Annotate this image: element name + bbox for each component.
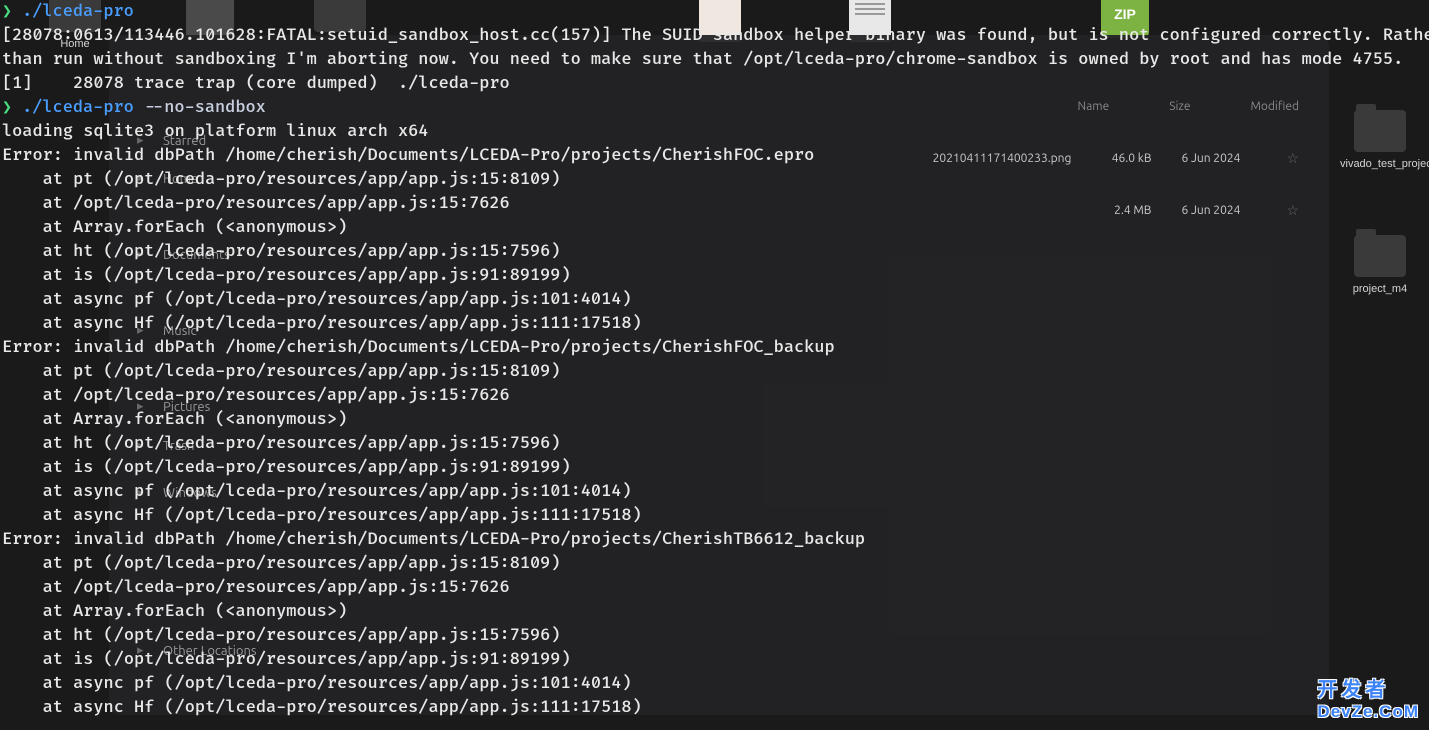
terminal-line: at /opt/lceda-pro/resources/app/app.js:1… bbox=[2, 192, 1427, 216]
terminal-line: at /opt/lceda-pro/resources/app/app.js:1… bbox=[2, 384, 1427, 408]
terminal-line: [1] 28078 trace trap (core dumped) ./lce… bbox=[2, 72, 1427, 96]
watermark: 开发者 DevZe.CoM bbox=[1317, 673, 1419, 722]
terminal-line: at async pf (/opt/lceda-pro/resources/ap… bbox=[2, 672, 1427, 696]
terminal-line: at async Hf (/opt/lceda-pro/resources/ap… bbox=[2, 696, 1427, 720]
terminal-line: at is (/opt/lceda-pro/resources/app/app.… bbox=[2, 264, 1427, 288]
terminal-line: loading sqlite3 on platform linux arch x… bbox=[2, 120, 1427, 144]
terminal-line: at async Hf (/opt/lceda-pro/resources/ap… bbox=[2, 312, 1427, 336]
terminal-line: at async pf (/opt/lceda-pro/resources/ap… bbox=[2, 480, 1427, 504]
terminal-line: at pt (/opt/lceda-pro/resources/app/app.… bbox=[2, 168, 1427, 192]
terminal-line: at pt (/opt/lceda-pro/resources/app/app.… bbox=[2, 360, 1427, 384]
terminal-line: Error: invalid dbPath /home/cherish/Docu… bbox=[2, 336, 1427, 360]
terminal-line: at ht (/opt/lceda-pro/resources/app/app.… bbox=[2, 240, 1427, 264]
prompt-marker: ❯ bbox=[2, 98, 12, 118]
prompt-marker: ❯ bbox=[2, 2, 12, 22]
terminal-line: [28078:0613/113446.101628:FATAL:setuid_s… bbox=[2, 24, 1427, 48]
terminal-line: at Array.forEach (<anonymous>) bbox=[2, 408, 1427, 432]
terminal-line: ❯ ./lceda-pro bbox=[2, 0, 1427, 24]
terminal-line: at async Hf (/opt/lceda-pro/resources/ap… bbox=[2, 504, 1427, 528]
terminal-line: at ht (/opt/lceda-pro/resources/app/app.… bbox=[2, 624, 1427, 648]
terminal-line: at is (/opt/lceda-pro/resources/app/app.… bbox=[2, 648, 1427, 672]
terminal-line: ❯ ./lceda-pro --no-sandbox bbox=[2, 96, 1427, 120]
terminal-window[interactable]: ❯ ./lceda-pro[28078:0613/113446.101628:F… bbox=[0, 0, 1429, 730]
terminal-line: at is (/opt/lceda-pro/resources/app/app.… bbox=[2, 456, 1427, 480]
terminal-line: at Array.forEach (<anonymous>) bbox=[2, 216, 1427, 240]
terminal-line: at async pf (/opt/lceda-pro/resources/ap… bbox=[2, 288, 1427, 312]
watermark-chinese: 开发者 bbox=[1317, 673, 1419, 702]
terminal-line: at ht (/opt/lceda-pro/resources/app/app.… bbox=[2, 432, 1427, 456]
terminal-line: at /opt/lceda-pro/resources/app/app.js:1… bbox=[2, 576, 1427, 600]
terminal-line: Error: invalid dbPath /home/cherish/Docu… bbox=[2, 144, 1427, 168]
command: ./lceda-pro bbox=[22, 98, 134, 118]
terminal-line: at Array.forEach (<anonymous>) bbox=[2, 600, 1427, 624]
terminal-line: at pt (/opt/lceda-pro/resources/app/app.… bbox=[2, 552, 1427, 576]
terminal-line: than run without sandboxing I'm aborting… bbox=[2, 48, 1427, 72]
command-args: --no-sandbox bbox=[134, 98, 266, 118]
command: ./lceda-pro bbox=[22, 2, 134, 22]
watermark-url: DevZe.CoM bbox=[1317, 702, 1419, 722]
terminal-line: Error: invalid dbPath /home/cherish/Docu… bbox=[2, 528, 1427, 552]
